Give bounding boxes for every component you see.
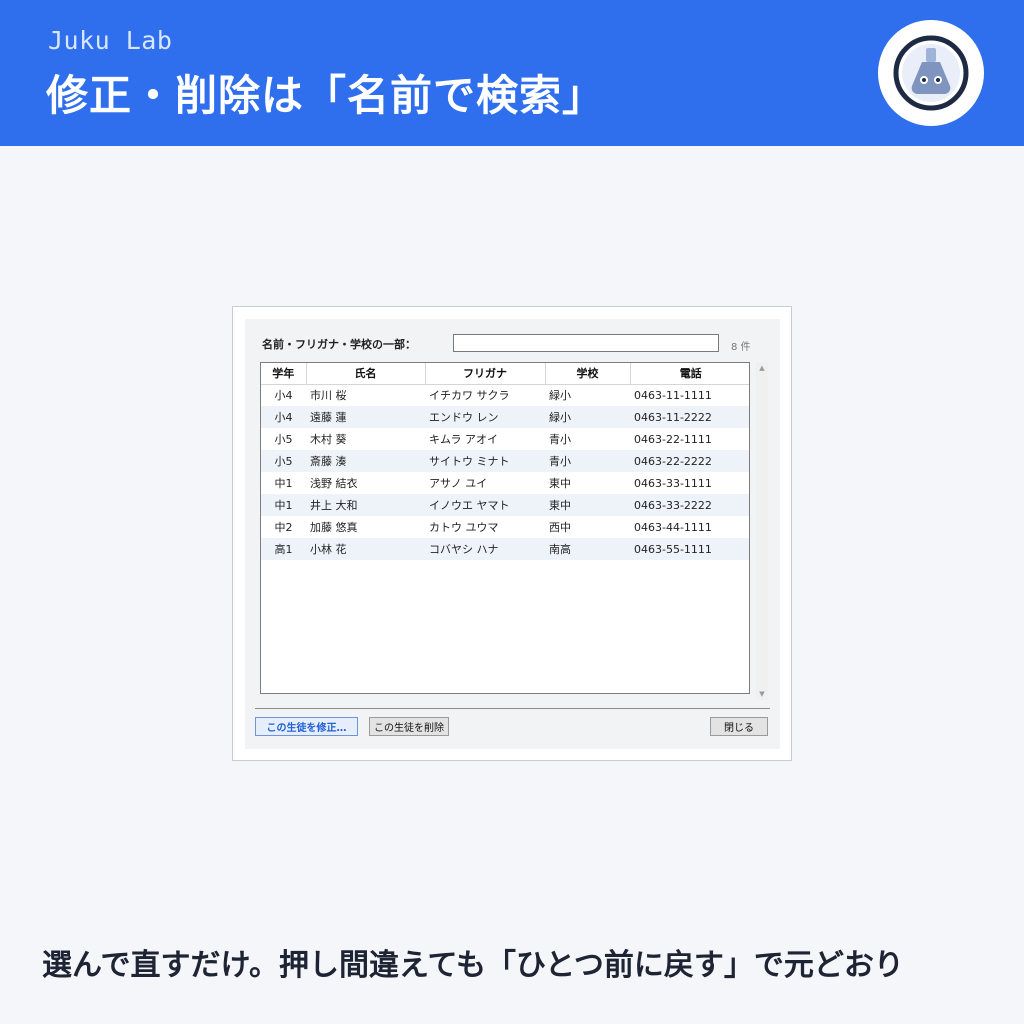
- table-row[interactable]: 中2 加藤 悠真 カトウ ユウマ 西中 0463-44-1111: [261, 516, 749, 538]
- cell-furigana: カトウ ユウマ: [429, 521, 499, 534]
- cell-school: 西中: [549, 521, 571, 534]
- cell-name: 小林 花: [306, 538, 425, 560]
- cell-furigana: イチカワ サクラ: [429, 389, 510, 403]
- chevron-up-icon[interactable]: ▲: [756, 362, 768, 374]
- edit-student-button[interactable]: この生徒を修正…: [255, 717, 358, 736]
- cell-phone: 0463-33-2222: [630, 494, 749, 516]
- column-header-school[interactable]: 学校: [545, 363, 631, 385]
- cell-grade: 中1: [274, 477, 293, 490]
- cell-grade: 小4: [261, 406, 306, 428]
- cell-school: 青小: [549, 433, 571, 446]
- cell-school: 緑小: [545, 406, 630, 428]
- cell-school: 東中: [549, 477, 571, 490]
- cell-furigana: エンドウ レン: [425, 406, 545, 428]
- bottom-caption: 選んで直すだけ。押し間違えても「ひとつ前に戻す」で元どおり: [42, 948, 904, 983]
- button-divider: [255, 708, 770, 709]
- cell-phone: 0463-44-1111: [634, 520, 712, 534]
- cell-name: 井上 大和: [306, 494, 425, 516]
- cell-furigana: アサノ ユイ: [429, 477, 488, 490]
- cell-name: 市川 桜: [310, 389, 347, 403]
- page-title: 修正・削除は「名前で検索」: [46, 71, 606, 120]
- cell-name: 浅野 結衣: [310, 477, 358, 490]
- logo: [878, 20, 984, 126]
- cell-furigana: コバヤシ ハナ: [425, 538, 545, 560]
- column-header-phone[interactable]: 電話: [630, 363, 749, 385]
- column-header-furigana[interactable]: フリガナ: [425, 363, 546, 385]
- cell-school: 青小: [545, 450, 630, 472]
- cell-phone: 0463-11-2222: [630, 406, 749, 428]
- cell-phone: 0463-22-1111: [634, 432, 712, 446]
- cell-furigana: イノウエ ヤマト: [425, 494, 545, 516]
- dialog-body: 名前・フリガナ・学校の一部： 8 件 学年 氏名 フリガナ 学校 電話 小4 市…: [245, 319, 780, 749]
- cell-grade: 中2: [274, 521, 293, 534]
- close-button[interactable]: 閉じる: [710, 717, 768, 736]
- table-row[interactable]: 小4 遠藤 蓮 エンドウ レン 緑小 0463-11-2222: [261, 406, 749, 428]
- search-label: 名前・フリガナ・学校の一部：: [262, 338, 416, 351]
- cell-school: 南高: [545, 538, 630, 560]
- cell-phone: 0463-55-1111: [630, 538, 749, 560]
- column-header-name[interactable]: 氏名: [306, 363, 426, 385]
- cell-grade: 中1: [261, 494, 306, 516]
- table-row[interactable]: 高1 小林 花 コバヤシ ハナ 南高 0463-55-1111: [261, 538, 749, 560]
- cell-furigana: サイトウ ミナト: [425, 450, 545, 472]
- table-header-row: 学年 氏名 フリガナ 学校 電話: [261, 363, 749, 385]
- cell-phone: 0463-11-1111: [634, 388, 712, 402]
- result-count: 8 件: [731, 342, 751, 353]
- cell-grade: 小5: [274, 433, 293, 446]
- cell-grade: 高1: [261, 538, 306, 560]
- cell-grade: 小4: [274, 389, 293, 403]
- cell-furigana: キムラ アオイ: [429, 433, 498, 446]
- flask-robot-icon: [893, 35, 969, 111]
- table-row[interactable]: 中1 井上 大和 イノウエ ヤマト 東中 0463-33-2222: [261, 494, 749, 516]
- brand-name: Juku Lab: [48, 26, 173, 55]
- cell-school: 緑小: [549, 389, 571, 403]
- table-row[interactable]: 中1 浅野 結衣 アサノ ユイ 東中 0463-33-1111: [261, 472, 749, 494]
- cell-phone: 0463-22-2222: [630, 450, 749, 472]
- cell-name: 斎藤 湊: [306, 450, 425, 472]
- delete-student-button[interactable]: この生徒を削除: [369, 717, 449, 736]
- cell-name: 木村 葵: [310, 433, 347, 446]
- search-input[interactable]: [453, 334, 719, 352]
- cell-grade: 小5: [261, 450, 306, 472]
- cell-phone: 0463-33-1111: [634, 476, 712, 490]
- student-table[interactable]: 学年 氏名 フリガナ 学校 電話 小4 市川 桜 イチカワ サクラ 緑小 046…: [260, 362, 750, 694]
- header-banner: Juku Lab 修正・削除は「名前で検索」: [0, 0, 1024, 146]
- student-search-dialog: 名前・フリガナ・学校の一部： 8 件 学年 氏名 フリガナ 学校 電話 小4 市…: [232, 306, 792, 761]
- table-row[interactable]: 小5 斎藤 湊 サイトウ ミナト 青小 0463-22-2222: [261, 450, 749, 472]
- cell-school: 東中: [545, 494, 630, 516]
- table-row[interactable]: 小4 市川 桜 イチカワ サクラ 緑小 0463-11-1111: [261, 384, 749, 406]
- chevron-down-icon[interactable]: ▼: [756, 688, 768, 700]
- column-header-grade[interactable]: 学年: [261, 363, 307, 385]
- table-row[interactable]: 小5 木村 葵 キムラ アオイ 青小 0463-22-1111: [261, 428, 749, 450]
- cell-name: 遠藤 蓮: [306, 406, 425, 428]
- table-scrollbar[interactable]: ▲ ▼: [756, 362, 768, 700]
- cell-name: 加藤 悠真: [310, 521, 358, 534]
